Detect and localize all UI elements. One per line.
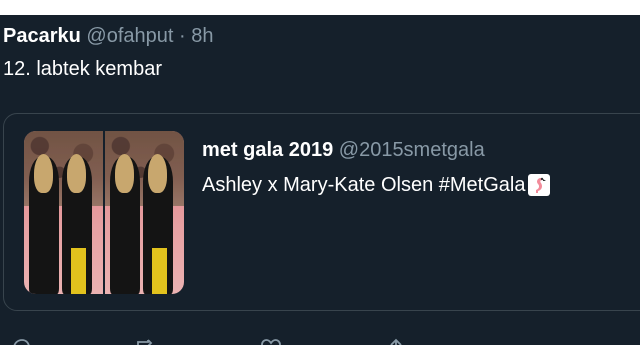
photo-dress-detail (152, 248, 167, 294)
tweet-header: Pacarku @ofahput · 8h (3, 24, 213, 48)
media-photo-left[interactable] (24, 131, 103, 294)
quoted-tweet-text: Ashley x Mary-Kate Olsen #MetGala (202, 174, 526, 196)
photo-figure-hair (148, 153, 168, 193)
quoted-tweet-card[interactable]: met gala 2019 @2015smetgala Ashley x Mar… (3, 113, 640, 311)
media-photo-right[interactable] (105, 131, 184, 294)
reply-icon[interactable] (10, 337, 32, 345)
tweet-action-bar (0, 337, 640, 345)
quoted-tweet-media[interactable] (24, 131, 184, 294)
tweet-container[interactable]: Pacarku @ofahput · 8h 12. labtek kembar (0, 15, 640, 345)
photo-dress-detail (71, 248, 86, 294)
quoted-handle[interactable]: @2015smetgala (339, 139, 485, 161)
tweet-timestamp[interactable]: 8h (191, 25, 213, 47)
author-display-name[interactable]: Pacarku (3, 25, 81, 47)
retweet-icon[interactable] (133, 337, 155, 345)
flamingo-icon (527, 173, 551, 197)
photo-figure-hair (67, 153, 87, 193)
tweet-text: 12. labtek kembar (3, 58, 162, 80)
author-handle[interactable]: @ofahput (86, 25, 173, 47)
header-separator: · (179, 25, 186, 47)
quoted-tweet-text-row: Ashley x Mary-Kate Olsen #MetGala (202, 173, 551, 197)
quoted-tweet-header: met gala 2019 @2015smetgala (202, 138, 485, 162)
photo-figure-hair (115, 153, 135, 193)
share-icon[interactable] (385, 337, 407, 345)
like-icon[interactable] (260, 337, 282, 345)
quoted-display-name[interactable]: met gala 2019 (202, 139, 333, 161)
photo-figure-hair (34, 153, 54, 193)
